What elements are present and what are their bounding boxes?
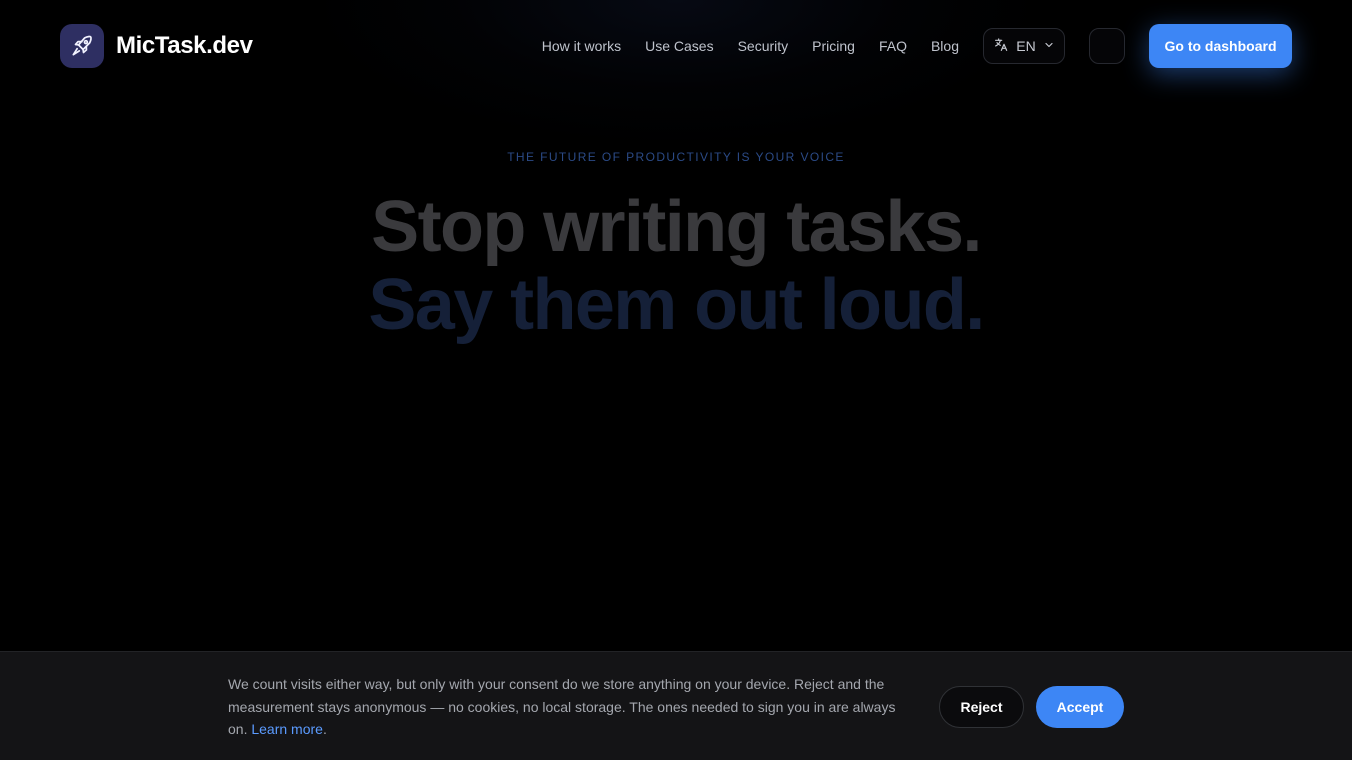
landing-page: MicTask.dev How it works Use Cases Secur…: [0, 0, 1352, 760]
nav-link-pricing[interactable]: Pricing: [812, 38, 855, 54]
brand-home-link[interactable]: MicTask.dev: [60, 24, 253, 68]
hero-eyebrow: THE FUTURE OF PRODUCTIVITY IS YOUR VOICE: [507, 150, 845, 164]
rocket-icon: [60, 24, 104, 68]
headline-line-2: Say them out loud.: [368, 265, 985, 345]
site-header: MicTask.dev How it works Use Cases Secur…: [0, 0, 1352, 92]
language-selector[interactable]: EN: [983, 28, 1065, 64]
go-to-dashboard-button[interactable]: Go to dashboard: [1149, 24, 1292, 68]
nav-link-faq[interactable]: FAQ: [879, 38, 907, 54]
nav-link-blog[interactable]: Blog: [931, 38, 959, 54]
headline-line-1: Stop writing tasks.: [371, 187, 982, 267]
theme-toggle-button[interactable]: [1089, 28, 1125, 64]
accept-cookies-button[interactable]: Accept: [1036, 686, 1124, 728]
hero-headline: Stop writing tasks. Say them out loud.: [0, 188, 1352, 344]
cookie-message-text: We count visits either way, but only wit…: [228, 676, 896, 737]
chevron-down-icon: [1043, 38, 1055, 54]
reject-cookies-button[interactable]: Reject: [939, 686, 1024, 728]
main-nav: How it works Use Cases Security Pricing …: [542, 33, 959, 59]
cookie-message: We count visits either way, but only wit…: [228, 673, 918, 741]
translate-icon: [993, 37, 1009, 56]
cookie-banner: We count visits either way, but only wit…: [0, 651, 1352, 760]
nav-link-use-cases[interactable]: Use Cases: [645, 38, 713, 54]
learn-more-link[interactable]: Learn more: [251, 721, 323, 737]
cookie-trailing-period: .: [322, 721, 327, 737]
language-label: EN: [1016, 38, 1036, 54]
nav-link-how-it-works[interactable]: How it works: [542, 38, 621, 54]
nav-link-security[interactable]: Security: [738, 38, 789, 54]
brand-name: MicTask.dev: [116, 32, 253, 59]
